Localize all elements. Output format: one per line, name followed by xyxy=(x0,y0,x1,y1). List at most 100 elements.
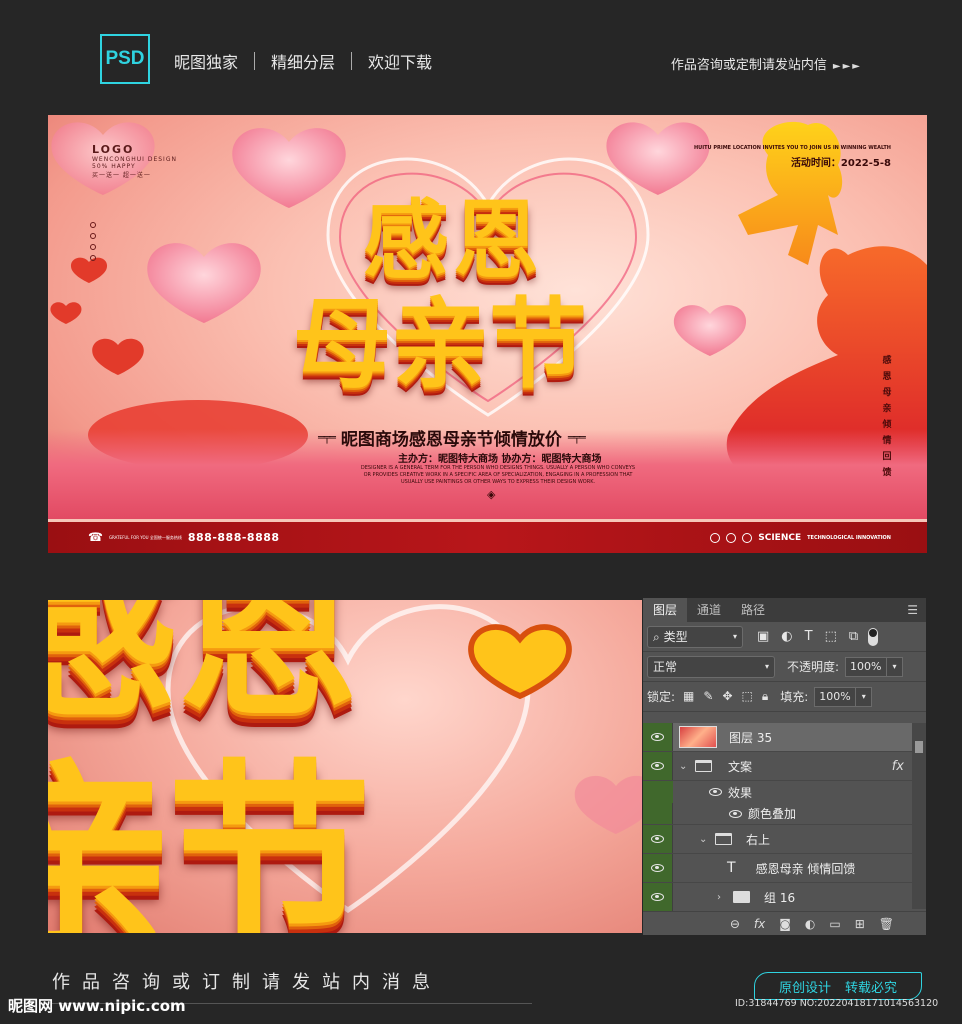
chevron-down-icon: ▾ xyxy=(764,662,769,671)
search-icon: ⌕ xyxy=(653,630,660,644)
chevron-right-icon[interactable]: › xyxy=(717,892,727,903)
divider xyxy=(254,52,256,70)
filter-toggle[interactable] xyxy=(868,627,879,646)
contact-note-text: 作品咨询或定制请发站内信 xyxy=(670,58,827,73)
tab-channels[interactable]: 通道 xyxy=(687,598,731,622)
site-watermark: 昵图网 www.nipic.com xyxy=(8,997,186,1015)
visibility-toggle[interactable] xyxy=(643,825,673,853)
heart-balloon-icon xyxy=(147,243,261,323)
divider xyxy=(351,52,353,70)
layer-row[interactable]: 图层 35 xyxy=(643,723,926,752)
chevron-down-icon[interactable]: ▾ xyxy=(887,656,904,677)
chevron-down-icon[interactable]: ⌄ xyxy=(699,834,709,845)
fill-input[interactable]: 100% xyxy=(814,686,857,707)
adjustment-filter-icon[interactable]: ◐ xyxy=(781,629,792,644)
mask-icon[interactable]: ◙ xyxy=(779,917,791,931)
image-id: ID:31844769 NO:20220418171014563120 xyxy=(735,998,939,1009)
layer-row[interactable]: ⌄ 右上 xyxy=(643,825,926,854)
eye-icon xyxy=(651,893,664,901)
heart-small-icon xyxy=(70,257,108,283)
hotline-label: GRATEFUL FOR YOU 全国统一服务热线 xyxy=(108,534,182,540)
tab-layers[interactable]: 图层 xyxy=(643,598,688,622)
logo: LOGO WENCONGHUI DESIGN 50% HAPPY 买一送一 超一… xyxy=(92,143,177,179)
header-tag-exclusive: 昵图独家 xyxy=(174,53,239,72)
dot-column xyxy=(90,222,96,261)
lock-brush-icon[interactable]: ✎ xyxy=(703,689,713,704)
fx-icon[interactable]: fx xyxy=(754,917,765,931)
visibility-toggle[interactable] xyxy=(643,752,673,780)
invite-english: HUITU PRIME LOCATION INVITES YOU TO JOIN… xyxy=(694,145,891,151)
vertical-slogan: 感恩母亲倾情回馈 xyxy=(882,356,892,478)
visibility-toggle[interactable] xyxy=(643,723,673,751)
layer-row[interactable]: › 组 16 xyxy=(643,883,926,912)
folder-icon xyxy=(733,891,750,903)
eye-icon xyxy=(651,864,664,872)
zoom-line2: 亲节 xyxy=(48,743,372,933)
heart-small-icon xyxy=(92,338,144,375)
eye-icon[interactable] xyxy=(729,809,742,818)
filter-icons: ▣ ◐ T ⬚ ⧉ xyxy=(757,629,858,644)
filter-row: ⌕ 类型 ▾ ▣ ◐ T ⬚ ⧉ xyxy=(643,622,926,652)
headline-line2: 母亲节 xyxy=(293,288,588,402)
type-filter-icon[interactable]: T xyxy=(805,629,813,644)
visibility-column xyxy=(643,803,673,824)
opacity-input[interactable]: 100% xyxy=(845,656,888,677)
detail-preview: 感恩 亲节 xyxy=(48,600,642,933)
lock-move-icon[interactable]: ✥ xyxy=(722,689,732,704)
panel-menu-icon[interactable]: ☰ xyxy=(907,603,918,617)
layer-name: 组 16 xyxy=(764,890,796,905)
lock-row: 锁定: ▦ ✎ ✥ ⬚ 🔒︎ 填充: 100% ▾ xyxy=(643,682,926,712)
smart-object-filter-icon[interactable]: ⧉ xyxy=(849,629,858,644)
panel-tabs: 图层 通道 路径 ☰ xyxy=(643,598,926,622)
chevron-down-icon[interactable]: ▾ xyxy=(856,686,873,707)
layer-row[interactable]: T 感恩母亲 倾情回馈 xyxy=(643,854,926,883)
header-tag-download: 欢迎下载 xyxy=(368,53,433,72)
invite-block: HUITU PRIME LOCATION INVITES YOU TO JOIN… xyxy=(694,145,891,169)
scrollbar-thumb[interactable] xyxy=(915,741,923,753)
original-badge: 原创设计 转载必究 xyxy=(754,972,922,1000)
layer-name: 右上 xyxy=(746,832,771,847)
visibility-column xyxy=(643,781,673,803)
new-group-icon[interactable]: ▭ xyxy=(829,917,840,931)
new-layer-icon[interactable]: ⊞ xyxy=(855,917,865,931)
dot xyxy=(90,244,96,250)
visibility-toggle[interactable] xyxy=(643,854,673,882)
layer-effects-row[interactable]: 效果 xyxy=(643,781,926,803)
brand-tagline: TECHNOLOGICAL INNOVATION xyxy=(807,535,891,541)
layer-filter-select[interactable]: ⌕ 类型 ▾ xyxy=(647,625,743,648)
bottom-cta: 作品咨询或订制请发站内消息 xyxy=(52,972,442,993)
ribbon-deco-icon: ═╤═ xyxy=(318,431,336,444)
circle-logo-icon xyxy=(710,533,721,543)
heart-small-icon xyxy=(50,302,82,324)
brand-science-text: SCIENCE xyxy=(758,533,802,543)
lock-all-icon[interactable]: 🔒︎ xyxy=(762,689,768,704)
eye-icon[interactable] xyxy=(709,788,722,796)
lock-label: 锁定: xyxy=(647,690,676,704)
layer-list: 图层 35 ⌄ 文案 fx 效果 颜色叠加 ⌄ 右上 T 感恩母亲 倾情回馈 ›… xyxy=(643,723,926,912)
poster-banner: LOGO WENCONGHUI DESIGN 50% HAPPY 买一送一 超一… xyxy=(48,115,927,553)
adjustment-layer-icon[interactable]: ◐ xyxy=(805,917,815,931)
fx-icon[interactable]: fx xyxy=(892,759,904,774)
trash-icon[interactable]: 🗑︎ xyxy=(879,917,894,931)
layer-name: 图层 35 xyxy=(729,730,773,745)
layer-row[interactable]: ⌄ 文案 fx xyxy=(643,752,926,781)
lock-artboard-icon[interactable]: ⬚ xyxy=(742,689,753,704)
chevron-down-icon[interactable]: ⌄ xyxy=(679,761,689,772)
visibility-toggle[interactable] xyxy=(643,883,673,911)
pixel-filter-icon[interactable]: ▣ xyxy=(757,629,769,644)
layers-panel: 图层 通道 路径 ☰ ⌕ 类型 ▾ ▣ ◐ T ⬚ ⧉ 正常 ▾ 不透明度: 1… xyxy=(643,598,926,935)
folder-icon xyxy=(715,833,732,845)
link-layers-icon[interactable]: ⊖ xyxy=(730,917,740,931)
lock-transparent-icon[interactable]: ▦ xyxy=(683,689,694,704)
chevron-down-icon: ▾ xyxy=(732,632,737,641)
tab-paths[interactable]: 路径 xyxy=(731,598,775,622)
layers-scrollbar[interactable] xyxy=(912,723,926,909)
psd-badge: PSD xyxy=(100,34,150,84)
layer-effect-row[interactable]: 颜色叠加 xyxy=(643,803,926,825)
phone-icon: ☎ xyxy=(88,530,103,544)
footer-bar-line xyxy=(48,519,927,522)
logo-cn-text: 买一送一 超一送一 xyxy=(92,172,151,179)
blend-mode-select[interactable]: 正常 ▾ xyxy=(647,655,775,678)
text-layer-icon: T xyxy=(727,860,736,876)
shape-filter-icon[interactable]: ⬚ xyxy=(825,629,837,644)
